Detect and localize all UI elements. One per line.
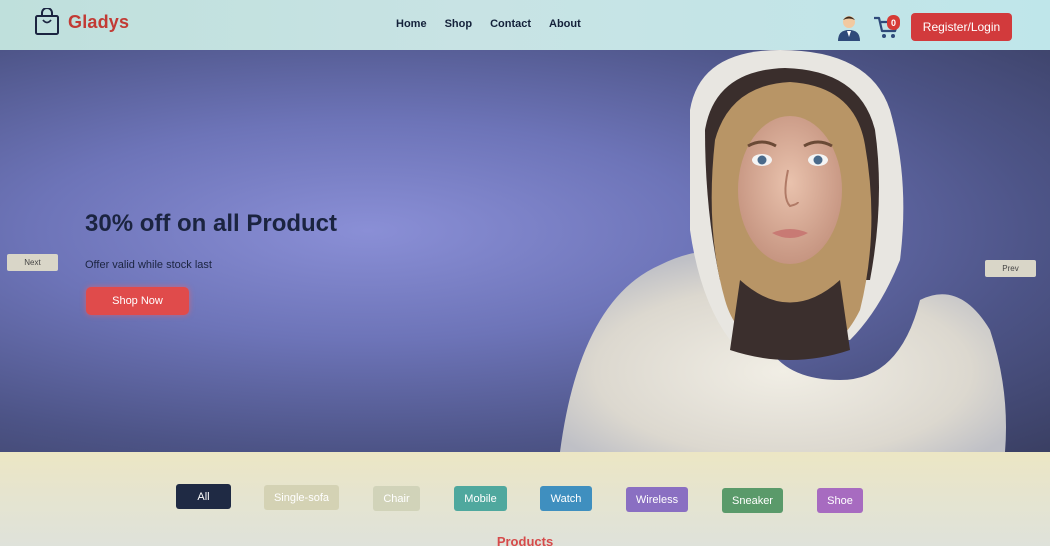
shopping-bag-icon	[35, 8, 59, 35]
hero-subtitle: Offer valid while stock last	[85, 259, 212, 271]
hero-banner: 30% off on all Product Offer valid while…	[0, 50, 1050, 452]
carousel-next-button[interactable]: Next	[7, 254, 58, 271]
filter-sneaker[interactable]: Sneaker	[722, 488, 783, 513]
brand-name: Gladys	[68, 11, 130, 32]
register-login-button[interactable]: Register/Login	[911, 13, 1012, 41]
hero-model-image	[560, 50, 1006, 452]
user-avatar-icon[interactable]	[836, 13, 862, 41]
nav-about[interactable]: About	[549, 18, 581, 30]
filter-mobile[interactable]: Mobile	[454, 486, 507, 511]
filter-shoe[interactable]: Shoe	[817, 488, 863, 513]
filter-all[interactable]: All	[176, 484, 231, 509]
product-filter-section: All Single-sofa Chair Mobile Watch Wirel…	[0, 452, 1050, 546]
nav-shop[interactable]: Shop	[445, 18, 473, 30]
filter-chair[interactable]: Chair	[373, 486, 420, 511]
cart-count-badge: 0	[887, 15, 900, 30]
filter-wireless[interactable]: Wireless	[626, 487, 688, 512]
header: Gladys Home Shop Contact About 0 Registe…	[0, 0, 1050, 50]
products-heading: Products	[496, 534, 554, 546]
hero-title: 30% off on all Product	[85, 210, 338, 237]
nav-contact[interactable]: Contact	[490, 18, 531, 30]
shop-now-button[interactable]: Shop Now	[86, 287, 189, 315]
nav-home[interactable]: Home	[396, 18, 427, 30]
carousel-prev-button[interactable]: Prev	[985, 260, 1036, 277]
brand-logo[interactable]: Gladys	[34, 8, 129, 36]
main-nav: Home Shop Contact About	[396, 18, 581, 30]
filter-watch[interactable]: Watch	[540, 486, 592, 511]
filter-single-sofa[interactable]: Single-sofa	[264, 485, 339, 510]
